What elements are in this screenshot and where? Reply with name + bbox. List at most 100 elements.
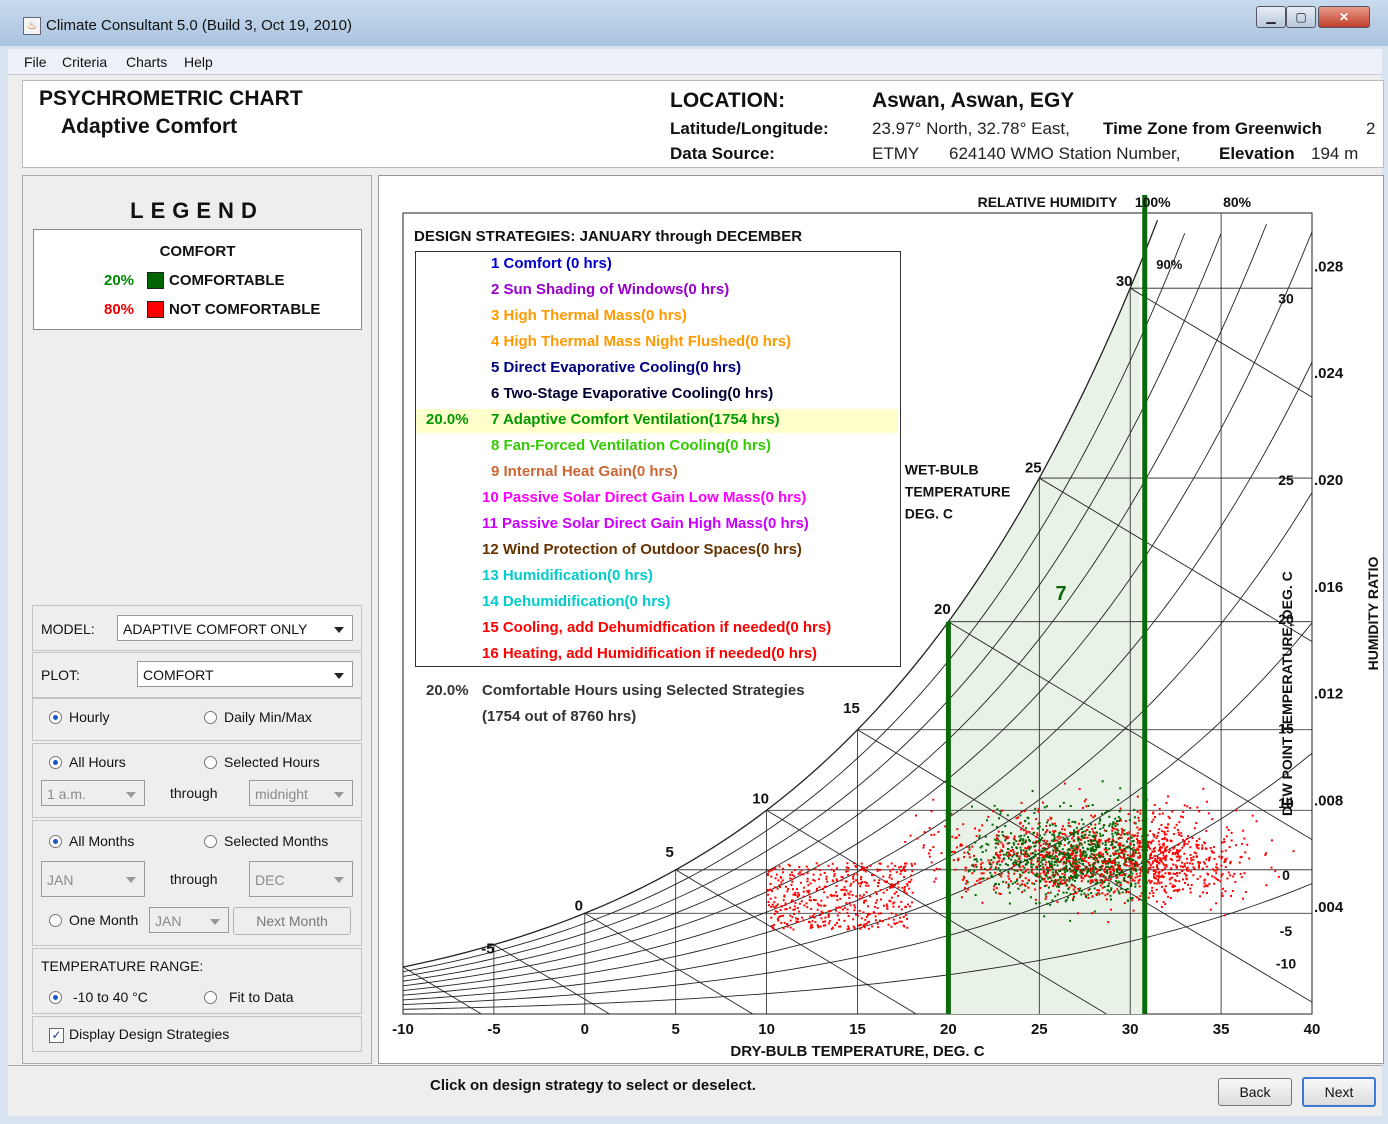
hourly-radio[interactable] — [49, 711, 62, 724]
uncomfortable-point — [1087, 896, 1090, 899]
uncomfortable-point — [770, 905, 773, 908]
uncomfortable-point — [1079, 854, 1082, 857]
strategy-item[interactable]: 1 Comfort (0 hrs) — [491, 255, 612, 272]
strategy-item[interactable]: 9 Internal Heat Gain(0 hrs) — [491, 463, 678, 480]
comfortable-point — [1134, 885, 1137, 888]
one-month-select[interactable]: JAN — [149, 907, 229, 933]
uncomfortable-point — [851, 894, 854, 897]
menu-help[interactable]: Help — [184, 54, 213, 70]
strategy-item[interactable]: 4 High Thermal Mass Night Flushed(0 hrs) — [491, 333, 791, 350]
one-month-radio[interactable] — [49, 914, 62, 927]
month-from-select[interactable]: JAN — [41, 861, 145, 897]
fit-to-data-radio[interactable] — [204, 991, 217, 1004]
uncomfortable-point — [1149, 857, 1152, 860]
comfortable-point — [1059, 852, 1062, 855]
strategy-item[interactable]: 3 High Thermal Mass(0 hrs) — [491, 307, 687, 324]
uncomfortable-point — [843, 888, 846, 891]
all-hours-radio[interactable] — [49, 756, 62, 769]
uncomfortable-point — [1139, 827, 1142, 830]
strategy-item[interactable]: 2 Sun Shading of Windows(0 hrs) — [491, 281, 729, 298]
menu-file[interactable]: File — [24, 54, 47, 70]
comfortable-point — [1041, 878, 1044, 881]
back-button[interactable]: Back — [1218, 1078, 1292, 1106]
uncomfortable-point — [1104, 894, 1107, 897]
uncomfortable-point — [774, 910, 777, 913]
uncomfortable-point — [1118, 869, 1121, 872]
summary-hours: (1754 out of 8760 hrs) — [482, 708, 637, 725]
uncomfortable-point — [1021, 891, 1024, 894]
strategy-item[interactable]: 12 Wind Protection of Outdoor Spaces(0 h… — [482, 541, 802, 558]
hours-through-label: through — [170, 785, 218, 801]
maximize-icon[interactable]: ▢ — [1286, 6, 1316, 28]
selected-months-radio[interactable] — [204, 835, 217, 848]
uncomfortable-point — [793, 912, 796, 915]
comfortable-point — [1046, 821, 1049, 824]
strategy-item[interactable]: 6 Two-Stage Evaporative Cooling(0 hrs) — [491, 385, 773, 402]
hour-to-select[interactable]: midnight — [249, 780, 353, 806]
uncomfortable-point — [849, 884, 852, 887]
uncomfortable-point — [795, 920, 798, 923]
next-button[interactable]: Next — [1302, 1077, 1376, 1107]
comfortable-point — [1058, 845, 1061, 848]
uncomfortable-point — [876, 869, 879, 872]
uncomfortable-point — [859, 878, 862, 881]
strategy-item[interactable]: 16 Heating, add Humidification if needed… — [482, 645, 817, 662]
comfortable-point — [1054, 824, 1057, 827]
minimize-icon[interactable]: ▁ — [1256, 6, 1286, 28]
uncomfortable-point — [1192, 858, 1195, 861]
uncomfortable-point — [813, 898, 816, 901]
uncomfortable-point — [1114, 822, 1117, 825]
uncomfortable-point — [1153, 873, 1156, 876]
uncomfortable-point — [1060, 858, 1063, 861]
uncomfortable-point — [1080, 852, 1083, 855]
strategy-item[interactable]: 13 Humidification(0 hrs) — [482, 567, 653, 584]
uncomfortable-point — [1182, 811, 1185, 814]
strategy-item[interactable]: 14 Dehumidification(0 hrs) — [482, 593, 670, 610]
strategy-item[interactable]: 15 Cooling, add Dehumidfication if neede… — [482, 619, 831, 636]
uncomfortable-point — [1277, 875, 1280, 878]
comfortable-point — [1068, 840, 1071, 843]
uncomfortable-point — [1048, 851, 1051, 854]
wet-bulb-tick-label: 30 — [1116, 273, 1133, 290]
comfortable-point — [1035, 872, 1038, 875]
uncomfortable-point — [1123, 902, 1126, 905]
uncomfortable-point — [1179, 855, 1182, 858]
uncomfortable-point — [911, 870, 914, 873]
display-strategies-checkbox[interactable]: ✓ — [49, 1028, 64, 1043]
comfortable-point — [1109, 894, 1112, 897]
strategy-item[interactable]: 5 Direct Evaporative Cooling(0 hrs) — [491, 359, 741, 376]
selected-hours-radio[interactable] — [204, 756, 217, 769]
daily-radio[interactable] — [204, 711, 217, 724]
comfortable-point — [1087, 804, 1090, 807]
uncomfortable-point — [1024, 884, 1027, 887]
menu-charts[interactable]: Charts — [126, 54, 167, 70]
uncomfortable-point — [1127, 891, 1130, 894]
model-select[interactable]: ADAPTIVE COMFORT ONLY — [117, 615, 353, 641]
menu-criteria[interactable]: Criteria — [62, 54, 107, 70]
uncomfortable-point — [834, 924, 837, 927]
strategy-item[interactable]: 11 Passive Solar Direct Gain High Mass(0… — [482, 515, 809, 532]
month-to-select[interactable]: DEC — [249, 861, 353, 897]
close-icon[interactable]: ✕ — [1318, 6, 1370, 28]
hour-from-select[interactable]: 1 a.m. — [41, 780, 145, 806]
strategy-item[interactable]: 7 Adaptive Comfort Ventilation(1754 hrs) — [491, 411, 780, 428]
uncomfortable-point — [789, 919, 792, 922]
uncomfortable-point — [874, 890, 877, 893]
comfortable-point — [1118, 864, 1121, 867]
uncomfortable-point — [901, 868, 904, 871]
strategy-item[interactable]: 8 Fan-Forced Ventilation Cooling(0 hrs) — [491, 437, 771, 454]
comfortable-point — [1107, 882, 1110, 885]
all-months-radio[interactable] — [49, 835, 62, 848]
plot-select[interactable]: COMFORT — [137, 661, 353, 687]
uncomfortable-point — [876, 885, 879, 888]
uncomfortable-point — [1072, 897, 1075, 900]
uncomfortable-point — [1111, 829, 1114, 832]
daily-label: Daily Min/Max — [224, 709, 312, 725]
uncomfortable-point — [809, 915, 812, 918]
temp-range-radio[interactable] — [49, 991, 62, 1004]
next-month-button[interactable]: Next Month — [233, 907, 351, 935]
uncomfortable-point — [1136, 795, 1139, 798]
uncomfortable-point — [875, 893, 878, 896]
comfortable-point — [1111, 832, 1114, 835]
strategy-item[interactable]: 10 Passive Solar Direct Gain Low Mass(0 … — [482, 489, 806, 506]
